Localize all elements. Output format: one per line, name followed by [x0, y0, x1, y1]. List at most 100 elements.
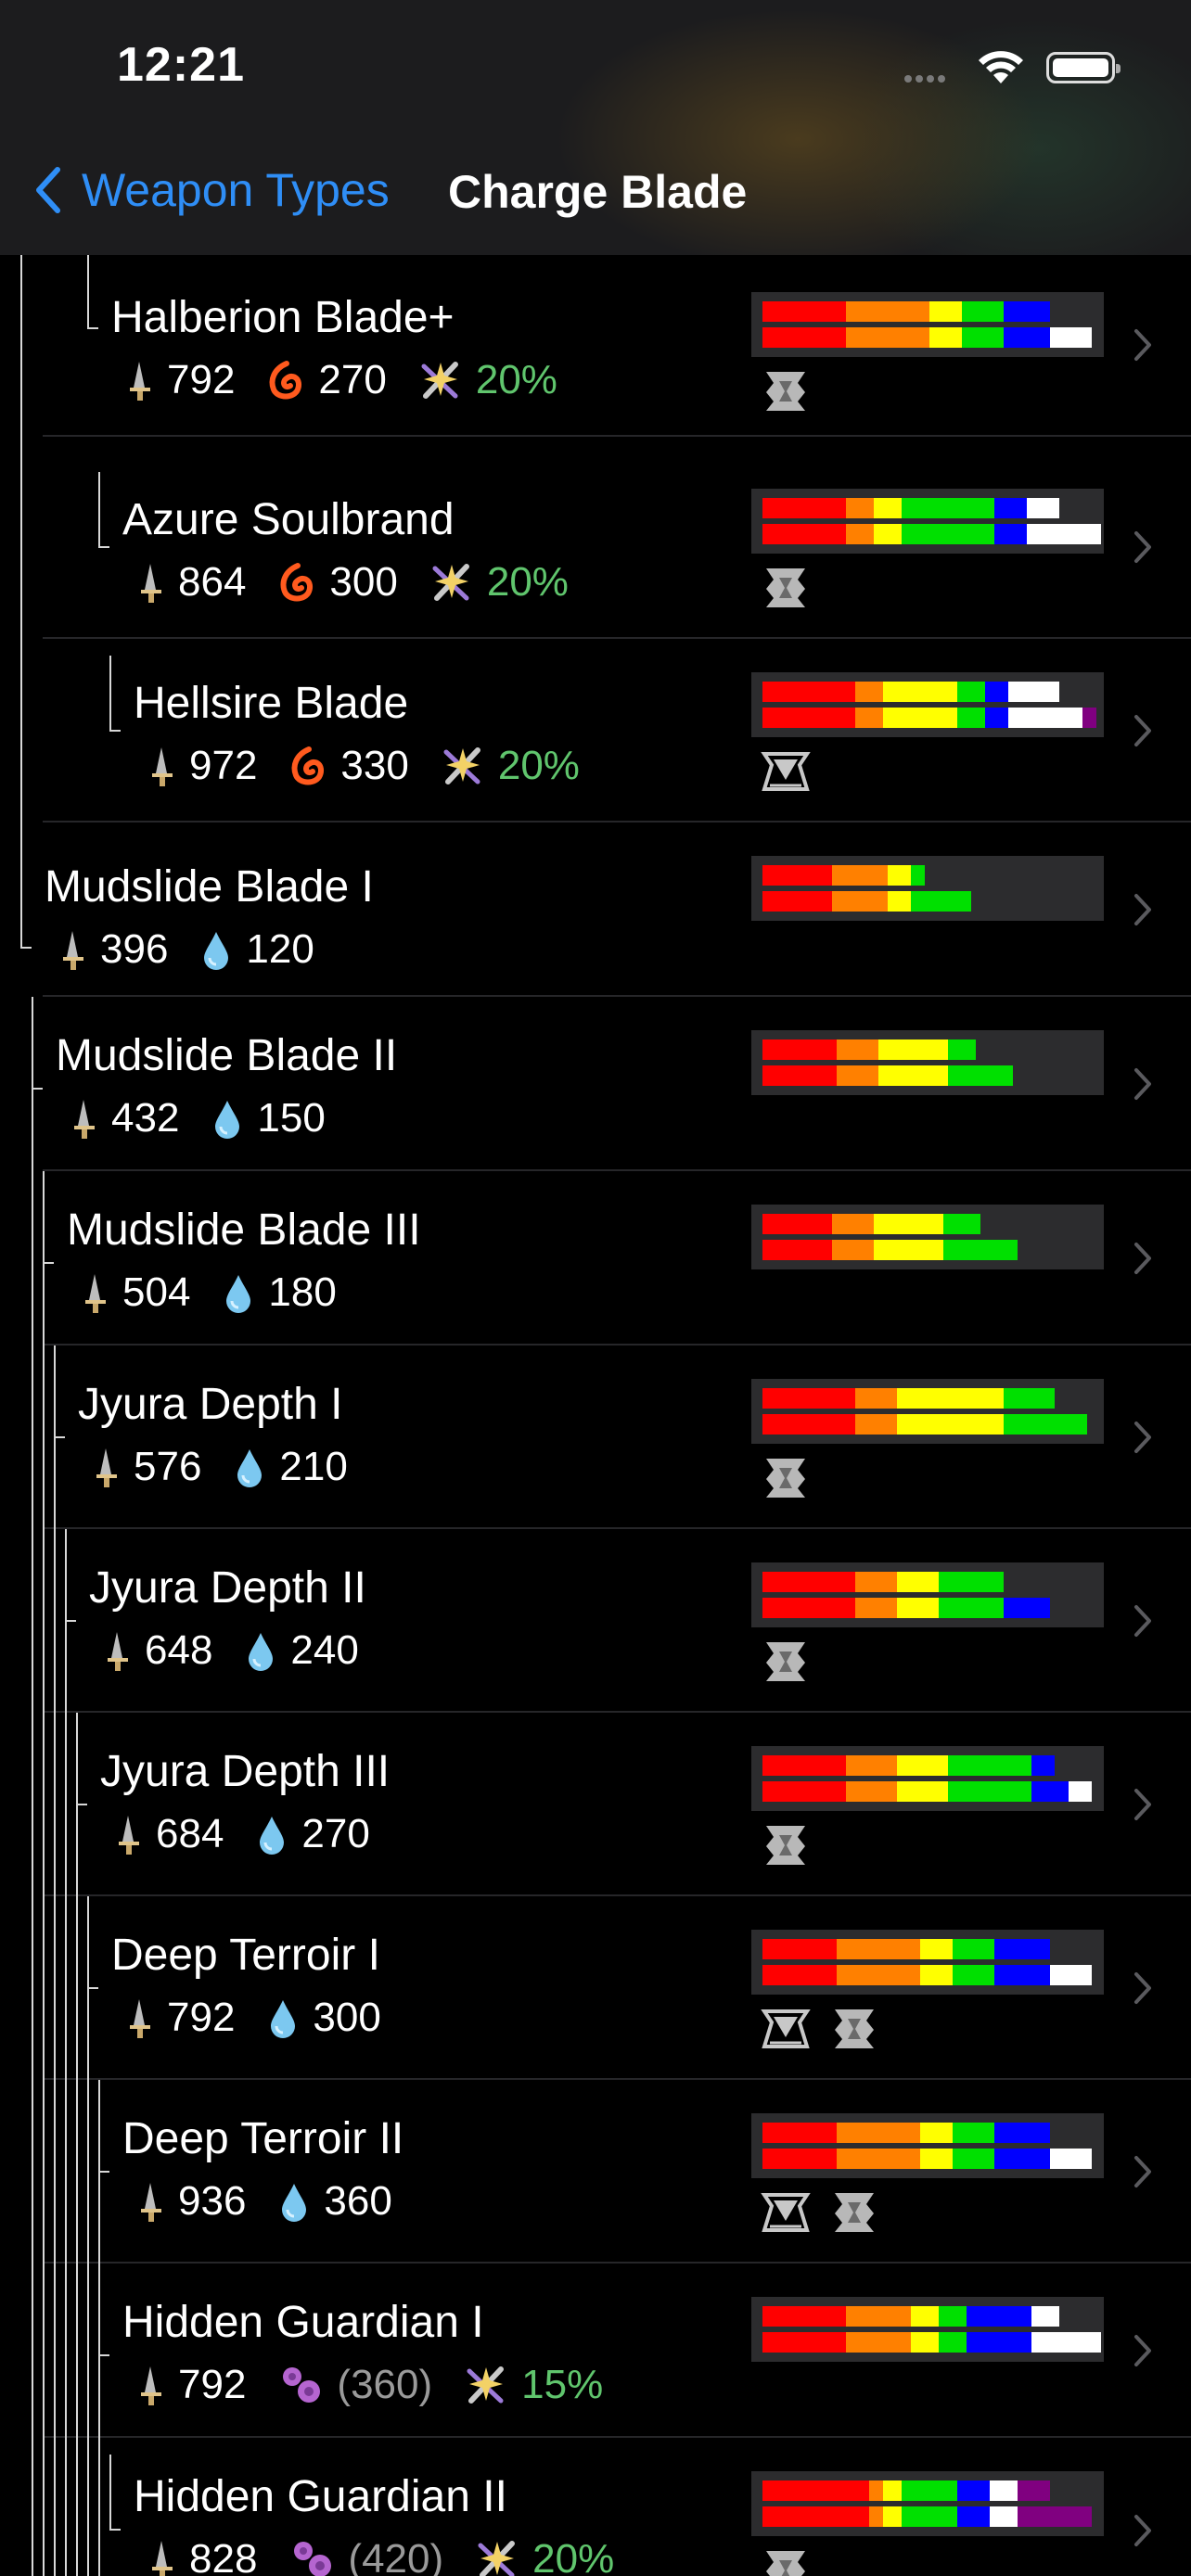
weapon-row[interactable]: Deep Terroir II 936 360 — [0, 2080, 1191, 2264]
attack-value: 396 — [100, 926, 169, 972]
weapon-name: Mudslide Blade I — [45, 862, 374, 912]
sharpness-segment-white — [1008, 708, 1082, 728]
sharpness-bar-max — [762, 1598, 1050, 1618]
weapon-row[interactable]: Jyura Depth I 576 210 — [0, 1345, 1191, 1529]
tree-branch-line — [98, 546, 109, 548]
sharpness-gauge — [751, 2297, 1104, 2362]
tree-branch-line — [87, 255, 89, 327]
sharpness-segment-blue — [994, 2123, 1050, 2143]
attack-icon — [141, 564, 161, 603]
sharpness-gauge — [751, 1379, 1104, 1444]
dragon-element-icon — [283, 2367, 321, 2403]
weapon-name: Jyura Depth I — [78, 1380, 343, 1429]
attack-stat: 792 — [137, 2362, 246, 2408]
sharpness-gauge — [751, 2113, 1104, 2178]
row-disclosure — [1133, 1242, 1152, 1280]
weapon-stats: 864 300 20% — [137, 559, 600, 606]
sharpness-segment-red — [762, 2332, 846, 2353]
sharpness-segment-red — [762, 498, 846, 518]
sharpness-bar-max — [762, 1414, 1087, 1435]
sharpness-segment-white — [1050, 327, 1092, 348]
row-disclosure — [1133, 893, 1152, 931]
sharpness-segment-orange — [846, 2332, 911, 2353]
weapon-row[interactable]: Hidden Guardian II 828 (420) 20% — [0, 2438, 1191, 2576]
weapon-row[interactable]: Jyura Depth III 684 270 — [0, 1713, 1191, 1896]
element-stat: 120 — [199, 926, 314, 973]
back-button[interactable]: Weapon Types — [33, 163, 390, 217]
weapon-stats: 936 360 — [137, 2178, 424, 2225]
weapon-stats: 396 120 — [59, 926, 346, 973]
weapon-row[interactable]: Mudslide Blade I 396 120 — [0, 823, 1191, 997]
sharpness-segment-orange — [837, 2123, 920, 2143]
element-value: 330 — [340, 743, 409, 788]
sharpness-segment-yellow — [920, 2123, 953, 2143]
tree-branch-line — [109, 2529, 121, 2531]
sharpness-bar-max — [762, 2149, 1092, 2169]
attack-icon — [152, 2541, 173, 2576]
attack-value: 504 — [122, 1269, 191, 1315]
sharpness-bar-base — [762, 498, 1059, 518]
affinity-value: 20% — [532, 2536, 615, 2576]
weapon-row[interactable]: Mudslide Blade II 432 150 — [0, 997, 1191, 1171]
element-stat: 360 — [277, 2178, 392, 2225]
weapon-row[interactable]: Deep Terroir I 792 300 — [0, 1896, 1191, 2080]
chevron-right-icon — [1134, 1789, 1151, 1820]
sharpness-gauge — [751, 1205, 1104, 1269]
sharpness-gauge — [751, 1030, 1104, 1095]
weapon-name: Hellsire Blade — [134, 679, 409, 728]
chevron-right-icon — [1134, 1068, 1151, 1100]
sharpness-segment-red — [762, 1214, 832, 1234]
weapon-row[interactable]: Jyura Depth II 648 240 — [0, 1529, 1191, 1713]
weapon-row[interactable]: Hidden Guardian I 792 (360) 15% — [0, 2264, 1191, 2438]
weapon-row[interactable]: Mudslide Blade III 504 180 — [0, 1171, 1191, 1345]
sharpness-segment-red — [762, 682, 855, 702]
weapon-stats: 972 330 20% — [148, 743, 611, 789]
sharpness-bar-base — [762, 1755, 1055, 1776]
attack-value: 576 — [134, 1444, 202, 1489]
attack-value: 792 — [167, 357, 236, 402]
weapon-row[interactable]: Halberion Blade+ 792 270 20% — [0, 255, 1191, 437]
chevron-left-icon — [36, 167, 60, 213]
water-element-icon — [271, 2000, 296, 2038]
sharpness-segment-orange — [837, 1039, 878, 1060]
affinity-value: 20% — [475, 357, 557, 402]
sharpness-segment-red — [762, 891, 832, 912]
sharpness-bar-base — [762, 1039, 976, 1060]
sharpness-bar-base — [762, 1939, 1050, 1959]
sharpness-segment-yellow — [883, 682, 957, 702]
status-time: 12:21 — [117, 38, 245, 92]
affinity-stat: 20% — [429, 559, 569, 606]
sharpness-segment-yellow — [874, 1214, 943, 1234]
row-disclosure — [1133, 1067, 1152, 1105]
fire-element-icon — [280, 563, 314, 602]
attack-icon — [141, 2183, 161, 2222]
element-value: 300 — [313, 1995, 381, 2040]
sharpness-bar-max — [762, 1781, 1092, 1802]
decoration-slots — [759, 1822, 827, 1868]
chevron-right-icon — [1134, 894, 1151, 925]
weapon-row[interactable]: Azure Soulbrand 864 300 20% — [0, 455, 1191, 639]
attack-value: 972 — [189, 743, 258, 788]
chevron-right-icon — [1134, 1605, 1151, 1637]
tree-trunk-line — [32, 997, 33, 2576]
attack-value: 432 — [111, 1095, 180, 1141]
decoration-slot-level-1-icon — [766, 1642, 805, 1681]
sharpness-bar-max — [762, 524, 1101, 544]
attack-icon — [85, 1274, 106, 1313]
attack-stat: 792 — [126, 357, 235, 403]
weapon-row[interactable]: Hellsire Blade 972 330 20% — [0, 639, 1191, 823]
attack-icon — [96, 1448, 117, 1487]
chevron-right-icon — [1134, 2335, 1151, 2366]
chevron-right-icon — [1134, 715, 1151, 746]
element-value: 180 — [268, 1269, 337, 1315]
chevron-right-icon — [1134, 1422, 1151, 1453]
row-disclosure — [1133, 1604, 1152, 1642]
element-stat: 330 — [288, 743, 409, 789]
weapon-list[interactable]: Halberion Blade+ 792 270 20% Azure Soulbrand… — [0, 255, 1191, 2576]
row-disclosure — [1133, 1788, 1152, 1826]
weapon-stats: 684 270 — [115, 1811, 402, 1857]
sharpness-segment-green — [902, 524, 994, 544]
weapon-stats: 792 300 — [126, 1995, 413, 2041]
sharpness-segment-orange — [832, 865, 888, 886]
fire-element-icon — [291, 746, 325, 785]
